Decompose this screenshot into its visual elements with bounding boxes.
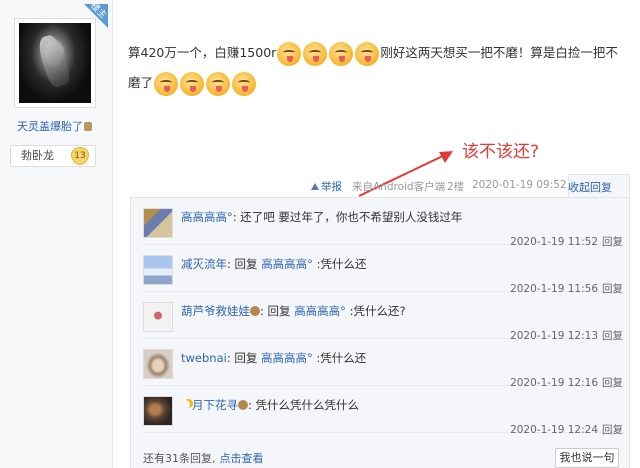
- reply-content: 减灭流年: 回复 高高高高° :凭什么还: [181, 256, 366, 272]
- report-link[interactable]: 举报: [311, 179, 342, 194]
- more-replies: 还有31条回复, 点击查看: [143, 450, 264, 466]
- moon-icon: [181, 400, 190, 409]
- tongue-emoji-icon: [180, 71, 205, 96]
- list-item: twebnai: 回复 高高高高° :凭什么还 2020-1-19 12:16 回…: [143, 339, 623, 389]
- reply-button[interactable]: 回复: [602, 424, 623, 436]
- reply-username[interactable]: 月下花寻: [192, 398, 238, 412]
- reply-username[interactable]: twebnai: [181, 351, 227, 365]
- user-badge-icon: [238, 400, 248, 410]
- reply-username[interactable]: 高高高高°: [181, 210, 233, 224]
- tongue-emoji-icon: [303, 41, 328, 66]
- tongue-emoji-icon: [355, 41, 380, 66]
- tongue-emoji-icon: [154, 71, 179, 96]
- reply-avatar[interactable]: [143, 349, 173, 379]
- report-label[interactable]: 举报: [321, 181, 342, 193]
- reply-content: 月下花寻 : 凭什么凭什么凭什么: [181, 397, 359, 413]
- post-meta: 举报 来自Android客户端 2楼 2020-01-19 09:52 收起回复: [308, 177, 630, 195]
- tongue-emoji-icon: [232, 71, 257, 96]
- reply-content: 葫芦爷救娃娃 : 回复 高高高高° :凭什么还?: [181, 303, 406, 319]
- tongue-emoji-icon: [206, 71, 231, 96]
- author-username[interactable]: 天灵盖爆胎了: [17, 118, 92, 134]
- reply-content: 高高高高°: 还了吧 要过年了，你也不希望别人没钱过年: [181, 209, 462, 225]
- reply-username[interactable]: 葫芦爷救娃娃: [181, 304, 250, 318]
- tongue-emoji-icon: [277, 41, 302, 66]
- reply-to-username[interactable]: 高高高高°: [261, 257, 313, 271]
- level-badge[interactable]: 勃卧龙 13: [10, 145, 96, 167]
- reply-text: : 凭什么凭什么凭什么: [248, 398, 360, 412]
- reply-avatar[interactable]: [143, 208, 173, 238]
- reply-avatar[interactable]: [143, 302, 173, 332]
- add-reply-button[interactable]: 我也说一句: [555, 448, 619, 468]
- warning-icon: [311, 183, 319, 190]
- reply-avatar[interactable]: [143, 396, 173, 426]
- floor-number: 2楼: [447, 181, 465, 193]
- annotation-text: 该不该还?: [462, 142, 540, 162]
- reply-prefix: : 回复: [260, 304, 295, 318]
- view-more-link[interactable]: 点击查看: [220, 452, 264, 465]
- reply-content: twebnai: 回复 高高高高° :凭什么还: [181, 350, 366, 366]
- reply-list: 高高高高°: 还了吧 要过年了，你也不希望别人没钱过年 2020-1-19 11…: [130, 197, 630, 468]
- reply-to-username[interactable]: 高高高高°: [294, 304, 346, 318]
- reply-time: 2020-1-19 12:24: [510, 424, 598, 436]
- author-avatar[interactable]: [14, 18, 96, 108]
- reply-text: :凭什么还?: [345, 304, 406, 318]
- level-number: 13: [71, 147, 89, 165]
- reply-avatar[interactable]: [143, 255, 173, 285]
- author-username-text[interactable]: 天灵盖爆胎了: [17, 120, 83, 133]
- collapse-replies-link[interactable]: 收起回复: [568, 179, 612, 195]
- author-sidebar: 楼主 天灵盖爆胎了 勃卧龙 13: [0, 0, 113, 468]
- reply-prefix: : 回复: [227, 257, 262, 271]
- post-date: 2020-01-19 09:52: [472, 179, 567, 191]
- reply-text: :凭什么还: [312, 257, 367, 271]
- list-item: 月下花寻 : 凭什么凭什么凭什么 2020-1-19 12:24 回复: [143, 386, 623, 436]
- reply-prefix: : 回复: [226, 351, 262, 365]
- member-icon: [84, 122, 92, 131]
- reply-text: : 还了吧 要过年了，你也不希望别人没钱过年: [232, 210, 463, 224]
- list-item: 高高高高°: 还了吧 要过年了，你也不希望别人没钱过年 2020-1-19 11…: [143, 198, 623, 248]
- list-item: 减灭流年: 回复 高高高高° :凭什么还 2020-1-19 11:56 回复: [143, 245, 623, 295]
- user-badge-icon: [250, 306, 260, 316]
- reply-username[interactable]: 减灭流年: [181, 257, 227, 271]
- reply-meta: 2020-1-19 12:24 回复: [510, 422, 623, 437]
- post-source: 来自Android客户端: [352, 181, 446, 193]
- reply-text: :凭什么还: [312, 351, 367, 365]
- post-content: 算420万一个，白赚1500r 刚好这两天想买一把不磨！算是白捡一把不磨了: [128, 38, 628, 98]
- tongue-emoji-icon: [329, 41, 354, 66]
- level-title: 勃卧龙: [21, 149, 54, 162]
- avatar-image: [19, 23, 91, 103]
- post-text-part1: 算420万一个，白赚1500r: [128, 45, 277, 60]
- list-item: 葫芦爷救娃娃: 回复 高高高高° :凭什么还? 2020-1-19 12:13 回…: [143, 292, 623, 342]
- more-replies-count: 还有31条回复,: [143, 452, 216, 465]
- reply-to-username[interactable]: 高高高高°: [261, 351, 313, 365]
